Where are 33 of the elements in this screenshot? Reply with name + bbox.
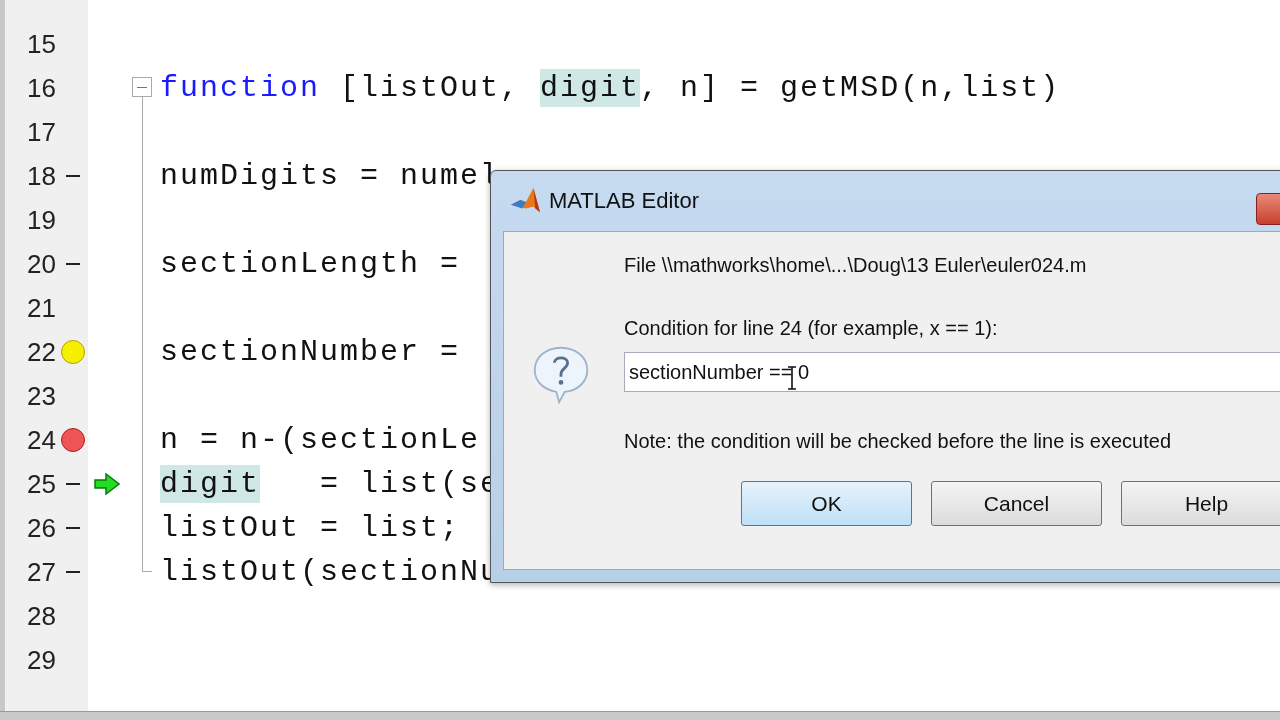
line-number: 27 <box>26 556 56 588</box>
horizontal-scrollbar[interactable] <box>0 711 1280 720</box>
line-number: 20 <box>26 248 56 280</box>
line-number: 24 <box>26 424 56 456</box>
line-number: 23 <box>26 380 56 412</box>
line-number: 16 <box>26 72 56 104</box>
fold-toggle-icon[interactable] <box>132 77 152 97</box>
code-line: n = n-(sectionLe <box>160 423 481 457</box>
code-line: sectionLength = <box>160 247 461 281</box>
code-line: listOut(sectionNu <box>160 555 501 589</box>
dialog-title: MATLAB Editor <box>549 188 699 214</box>
code-line: listOut = list; <box>160 511 461 545</box>
line-number: 17 <box>26 116 56 148</box>
question-icon <box>531 344 591 404</box>
line-number: 19 <box>26 204 56 236</box>
file-path: File \\mathworks\home\...\Doug\13 Euler\euler024.m <box>624 254 1088 277</box>
line-number: 29 <box>26 644 56 676</box>
code-line: sectionNumber = <box>160 335 461 369</box>
line-number: 18 <box>26 160 56 192</box>
line-number: 22 <box>26 336 56 368</box>
dialog-button[interactable]: OK <box>741 481 912 526</box>
line-number: 28 <box>26 600 56 632</box>
code-line: function [listOut, digit, n] = getMSD(n,list) <box>160 71 1061 105</box>
line-number: 21 <box>26 292 56 324</box>
condition-label: Condition for line 24 (for example, x == 1): <box>624 317 999 340</box>
line-number: 15 <box>26 28 56 60</box>
breakpoint-icon[interactable] <box>61 428 85 452</box>
note-text: Note: the condition will be checked before the line is executed <box>624 430 1172 453</box>
code-line: numDigits = numel <box>160 159 501 193</box>
line-number: 26 <box>26 512 56 544</box>
dialog-button[interactable]: Help <box>1121 481 1280 526</box>
line-number: 25 <box>26 468 56 500</box>
dialog-button[interactable]: Cancel <box>931 481 1102 526</box>
